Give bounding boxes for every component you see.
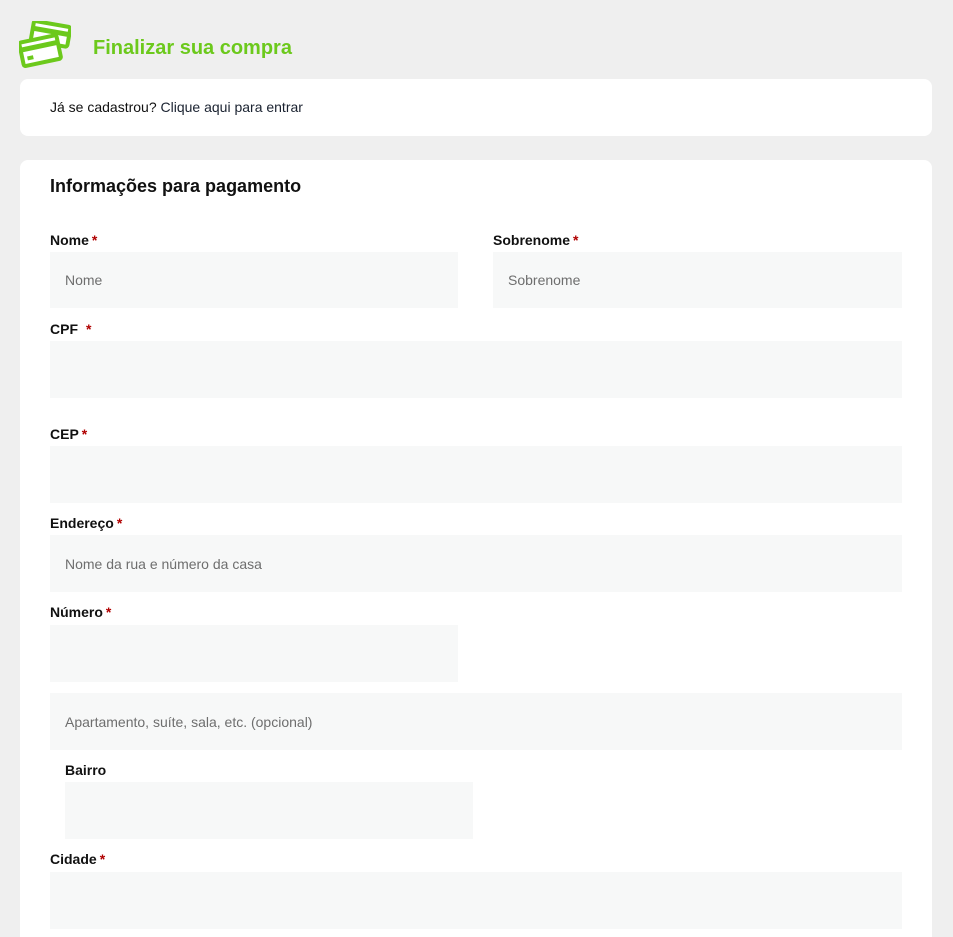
numero-label: Número *: [50, 604, 112, 620]
cep-label: CEP *: [50, 426, 88, 442]
required-mark: *: [105, 604, 112, 620]
required-mark: *: [116, 515, 123, 531]
bairro-label: Bairro: [65, 762, 107, 778]
numero-input[interactable]: [50, 625, 458, 682]
cidade-label: Cidade *: [50, 851, 106, 867]
required-mark: *: [81, 426, 88, 442]
login-prompt: Já se cadastrou?: [50, 99, 157, 115]
cidade-input[interactable]: [50, 872, 902, 929]
required-mark: *: [573, 232, 579, 248]
complemento-input[interactable]: [50, 693, 902, 750]
sobrenome-input[interactable]: [493, 252, 902, 308]
nome-label: Nome *: [50, 232, 98, 248]
billing-form: Informações para pagamento Nome* Sobreno…: [20, 160, 932, 937]
bairro-input[interactable]: [65, 782, 473, 839]
login-notice-text: Já se cadastrou? Clique aqui para entrar: [50, 99, 303, 115]
checkout-page: Finalizar sua compra Já se cadastrou? Cl…: [0, 0, 953, 937]
page-title: Finalizar sua compra: [93, 37, 292, 59]
credit-cards-icon: [19, 21, 71, 68]
nome-input[interactable]: [50, 252, 458, 308]
checkout-header: Finalizar sua compra: [19, 20, 292, 70]
cpf-label: CPF *: [50, 321, 92, 337]
login-link[interactable]: Clique aqui para entrar: [161, 99, 303, 115]
required-mark: *: [86, 321, 92, 337]
required-mark: *: [99, 851, 106, 867]
cpf-input[interactable]: [50, 341, 902, 398]
section-title: Informações para pagamento: [50, 176, 302, 196]
sobrenome-label: Sobrenome *: [493, 232, 579, 248]
endereco-input[interactable]: [50, 535, 902, 592]
login-notice: Já se cadastrou? Clique aqui para entrar: [20, 79, 932, 136]
cep-input[interactable]: [50, 446, 902, 503]
required-mark: *: [91, 232, 98, 248]
endereco-label: Endereço *: [50, 515, 123, 531]
